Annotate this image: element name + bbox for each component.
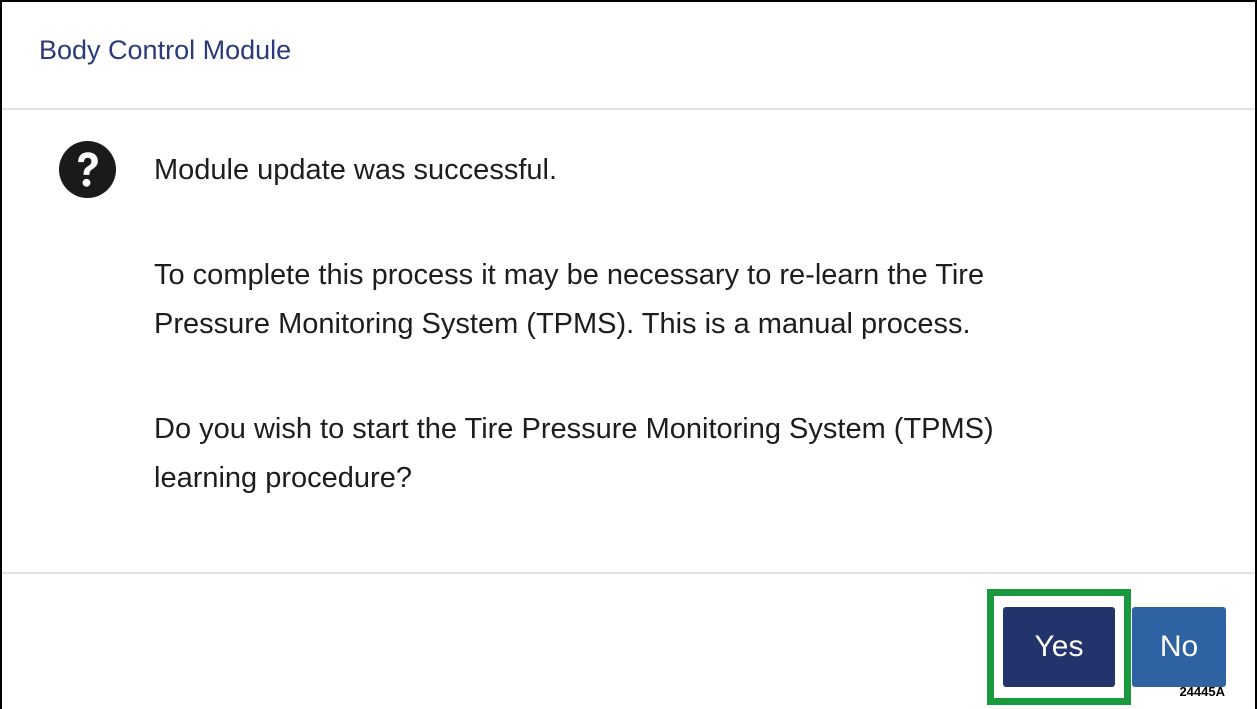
yes-button[interactable]: Yes — [1003, 607, 1115, 687]
dialog-title: Body Control Module — [39, 35, 292, 65]
tpms-dialog: Body Control Module Module update was su… — [0, 0, 1257, 709]
dialog-footer: Yes No 24445A — [2, 576, 1255, 709]
no-button[interactable]: No — [1132, 607, 1226, 687]
prompt-question-line2: learning procedure? — [154, 462, 412, 494]
prompt-question-line1: Do you wish to start the Tire Pressure M… — [154, 413, 994, 445]
relearn-notice-line2: Pressure Monitoring System (TPMS). This … — [154, 308, 971, 340]
question-circle-icon — [58, 140, 117, 199]
success-message: Module update was successful. — [154, 154, 557, 186]
dialog-body: Module update was successful. To complet… — [2, 112, 1255, 574]
relearn-notice-line1: To complete this process it may be neces… — [154, 259, 985, 291]
figure-id: 24445A — [1179, 684, 1225, 699]
dialog-header: Body Control Module — [2, 2, 1255, 110]
